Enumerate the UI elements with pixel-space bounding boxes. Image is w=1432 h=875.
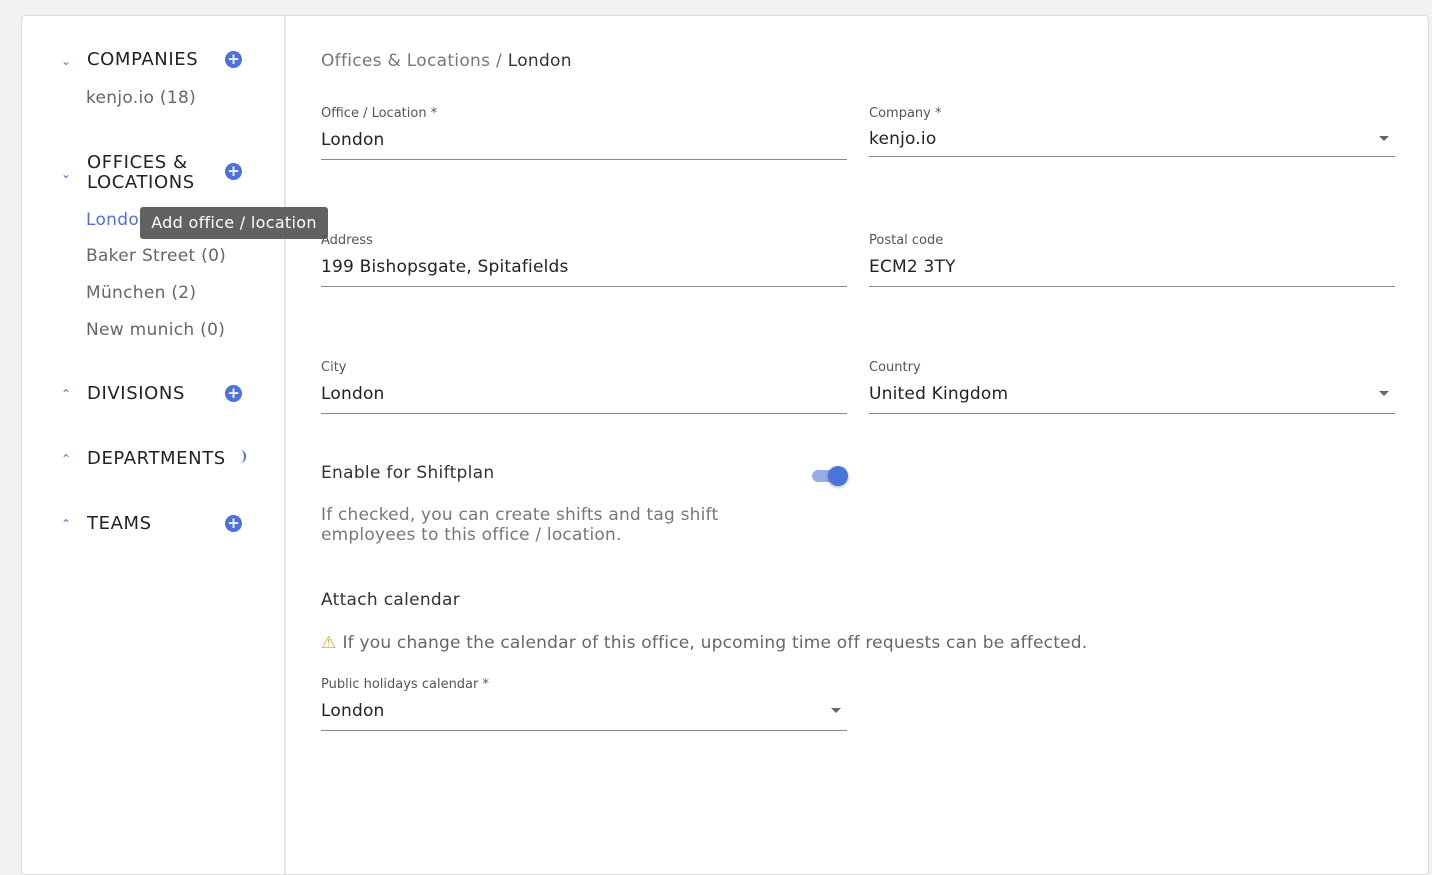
company-value[interactable]: kenjo.io [869,128,1395,157]
city-input[interactable]: London [321,383,847,414]
chevron-down-icon[interactable]: ⌄ [59,167,73,181]
holiday-calendar-value-text: London [321,701,385,721]
sidebar-item-baker-street[interactable]: Baker Street (0) [86,246,226,266]
section-divisions[interactable]: ⌃ DIVISIONS + [22,380,286,420]
attach-calendar-title: Attach calendar [321,590,461,610]
section-offices[interactable]: ⌄ OFFICES & LOCATIONS + [22,152,286,196]
company-value-text: kenjo.io [869,129,937,149]
city-field[interactable]: City London [321,360,847,414]
section-companies[interactable]: ⌄ COMPANIES + [22,46,286,86]
country-value[interactable]: United Kingdom [869,383,1395,414]
add-team-button[interactable]: + [225,515,242,532]
postal-code-input[interactable]: ECM2 3TY [869,256,1395,287]
chevron-up-icon[interactable]: ⌃ [59,517,73,531]
country-label: Country [869,360,921,375]
add-office-button[interactable]: + [225,163,242,180]
section-title-departments: DEPARTMENTS [87,448,226,469]
chevron-down-icon[interactable]: ⌄ [59,54,73,68]
toggle-knob [828,466,848,486]
section-title-companies: COMPANIES [87,49,199,70]
section-title-offices-1: OFFICES & [87,152,188,173]
sidebar-item-munchen[interactable]: München (2) [86,283,196,303]
office-name-input[interactable]: London [321,129,847,160]
chevron-up-icon[interactable]: ⌃ [59,387,73,401]
shiftplan-hint: If checked, you can create shifts and ta… [321,505,719,545]
chevron-up-icon[interactable]: ⌃ [59,452,73,466]
org-sidebar: ⌄ COMPANIES + kenjo.io (18) ⌄ OFFICES & … [22,16,286,874]
holiday-calendar-value[interactable]: London [321,700,847,731]
postal-code-label: Postal code [869,233,944,248]
office-detail: Offices & Locations / London Office / Lo… [287,16,1428,874]
settings-card: ⌄ COMPANIES + kenjo.io (18) ⌄ OFFICES & … [21,15,1429,875]
shiftplan-toggle[interactable] [810,466,848,486]
calendar-warning: ⚠ If you change the calendar of this offi… [321,633,1087,653]
country-value-text: United Kingdom [869,384,1009,404]
shiftplan-label: Enable for Shiftplan [321,463,495,483]
company-select[interactable]: Company * kenjo.io [869,106,1395,157]
calendar-warning-text: If you change the calendar of this offic… [342,633,1088,653]
office-name-field[interactable]: Office / Location * London [321,106,847,160]
breadcrumb-parent[interactable]: Offices & Locations / [321,51,502,71]
holiday-calendar-label: Public holidays calendar * [321,677,489,692]
section-title-offices-2: LOCATIONS [87,172,195,193]
postal-code-field[interactable]: Postal code ECM2 3TY [869,233,1395,287]
address-label: Address [321,233,373,248]
add-company-button[interactable]: + [225,51,242,68]
caret-down-icon[interactable] [1379,136,1389,141]
company-label: Company * [869,106,942,121]
city-label: City [321,360,347,375]
office-name-label: Office / Location * [321,106,438,121]
sidebar-item-kenjo[interactable]: kenjo.io (18) [86,88,196,108]
address-input[interactable]: 199 Bishopsgate, Spitafields [321,256,847,287]
add-division-button[interactable]: + [225,385,242,402]
add-department-button[interactable] [240,450,246,463]
caret-down-icon[interactable] [1379,391,1389,396]
holiday-calendar-select[interactable]: Public holidays calendar * London [321,677,847,731]
sidebar-item-new-munich[interactable]: New munich (0) [86,320,225,340]
section-teams[interactable]: ⌃ TEAMS + [22,510,286,550]
caret-down-icon[interactable] [831,708,841,713]
address-field[interactable]: Address 199 Bishopsgate, Spitafields [321,233,847,287]
section-title-divisions: DIVISIONS [87,383,185,404]
section-title-teams: TEAMS [87,513,152,534]
section-departments[interactable]: ⌃ DEPARTMENTS [22,445,286,485]
breadcrumb: Offices & Locations / London [321,51,572,71]
warning-icon: ⚠ [321,633,337,653]
breadcrumb-current: London [507,51,572,71]
country-select[interactable]: Country United Kingdom [869,360,1395,414]
